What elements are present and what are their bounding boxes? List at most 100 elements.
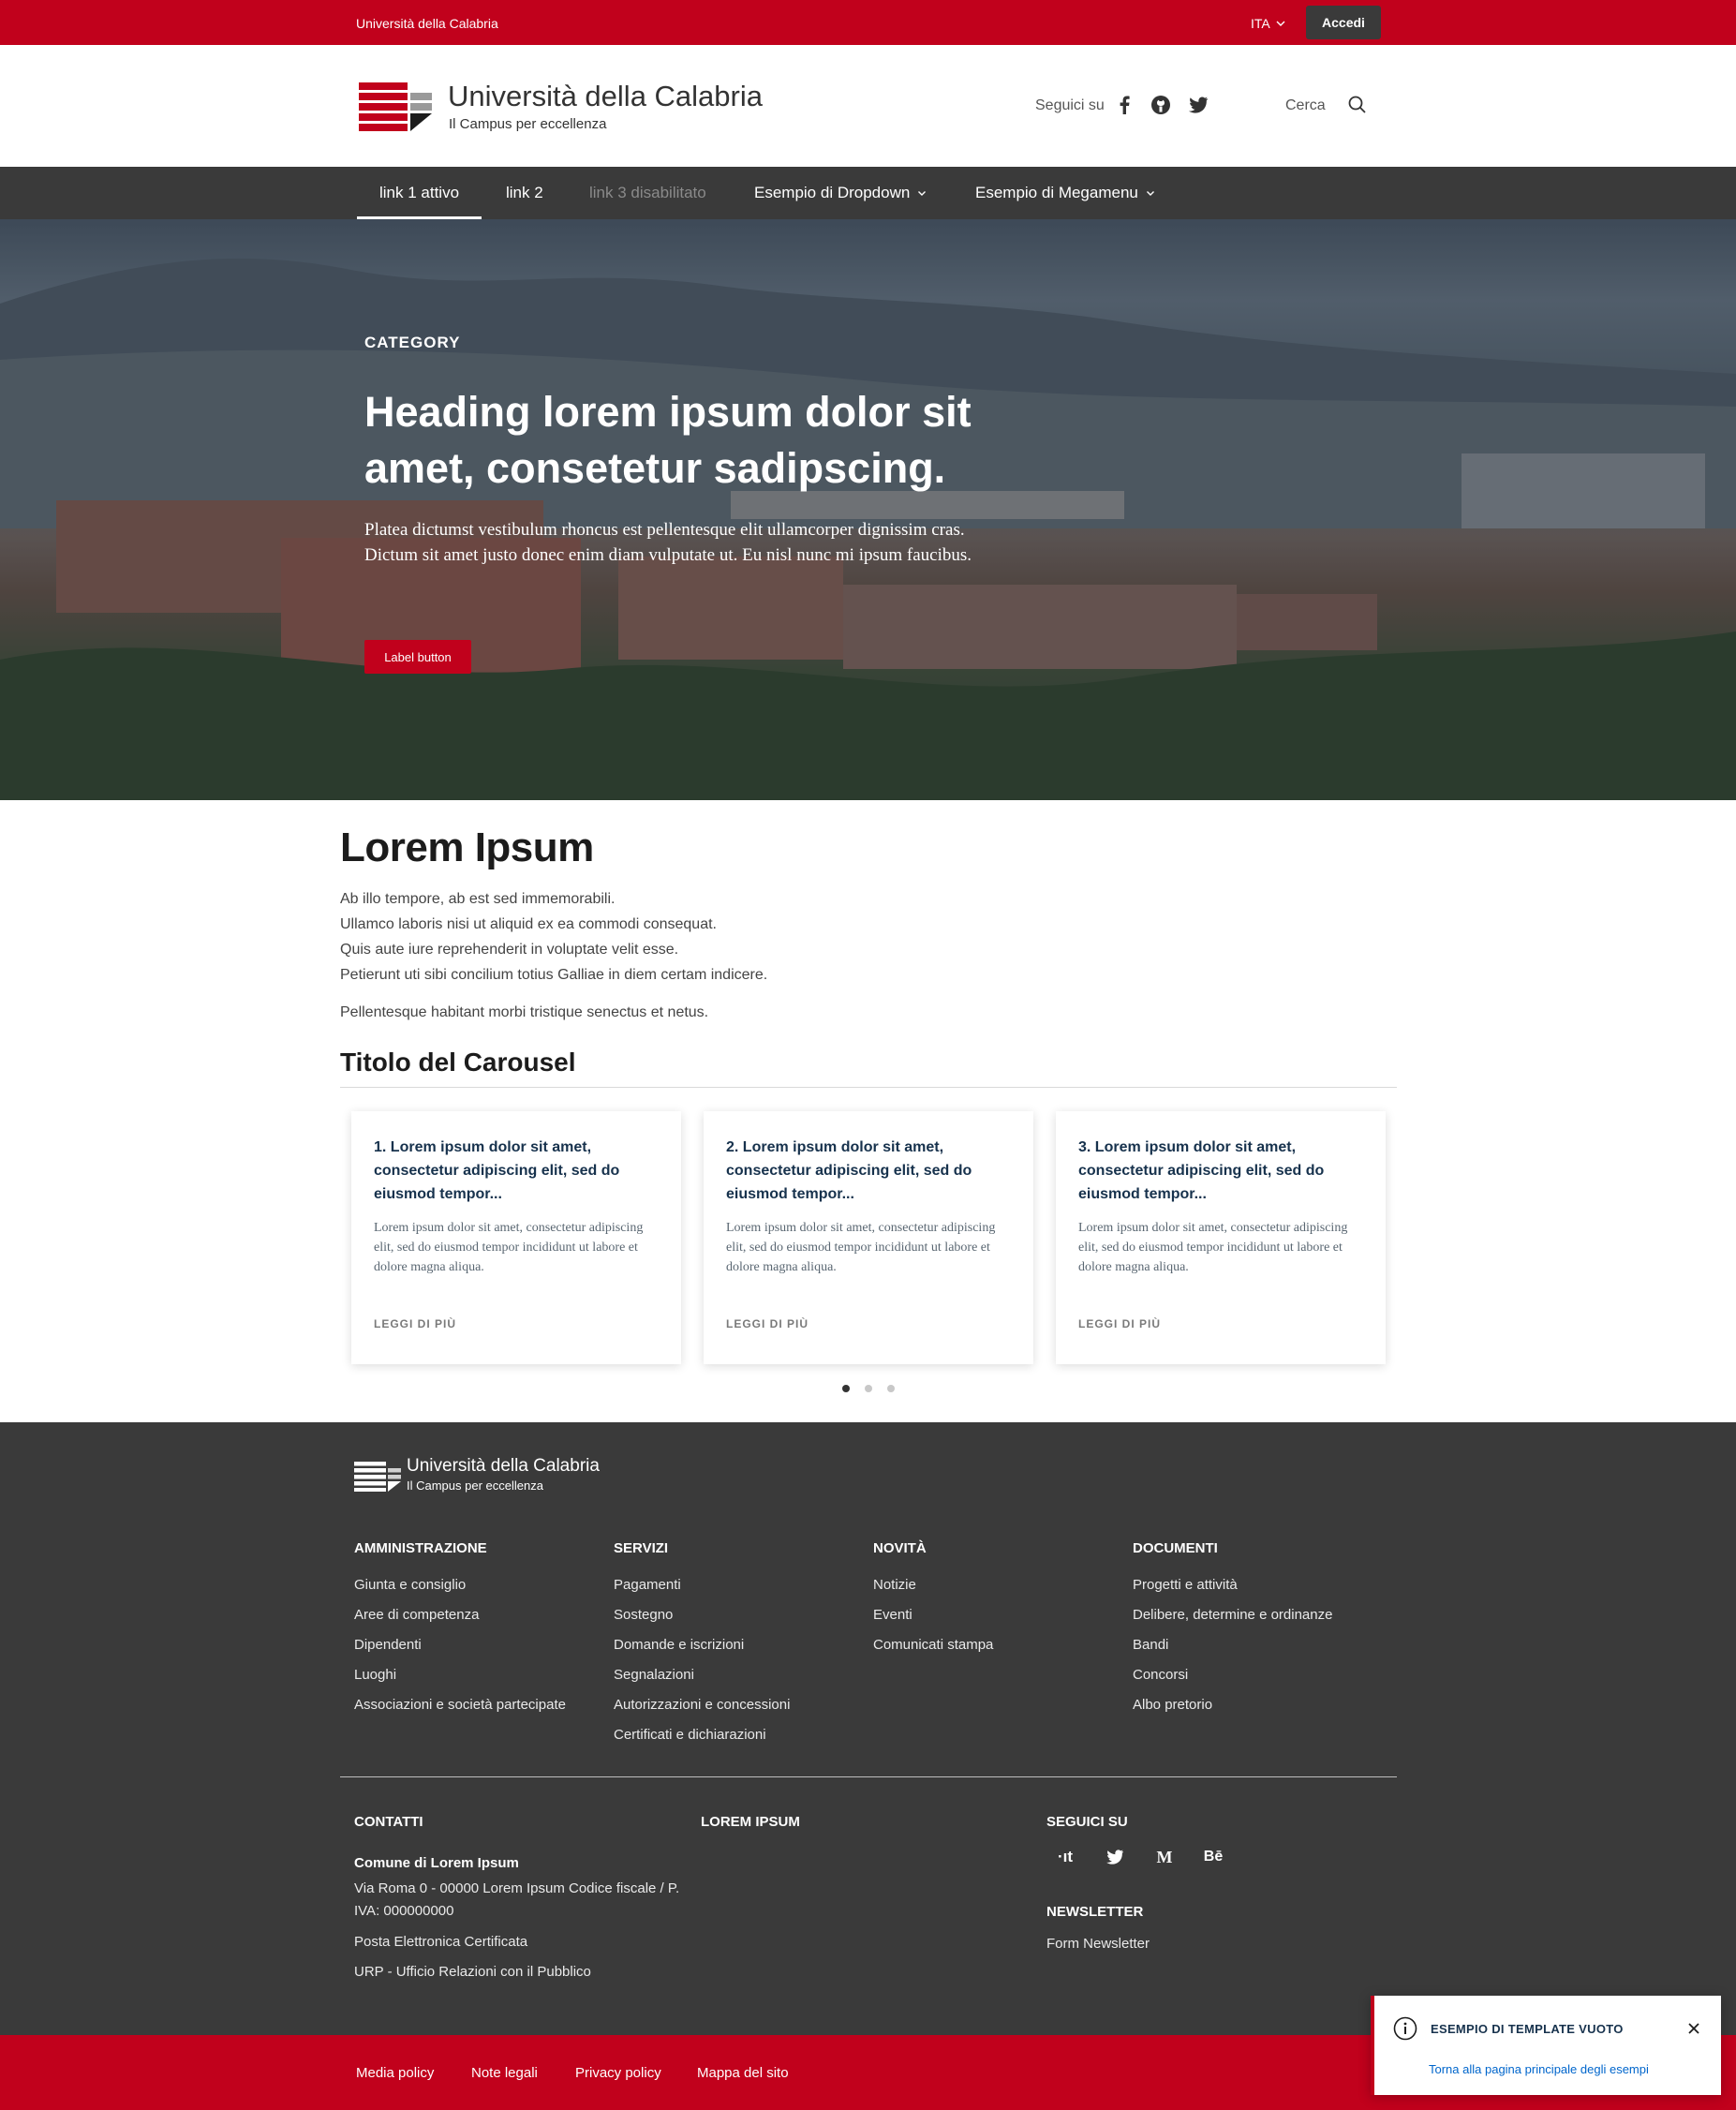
footer-link[interactable]: Sostegno	[614, 1607, 790, 1637]
twitter-icon[interactable]	[1103, 1846, 1127, 1868]
language-label: ITA	[1251, 16, 1270, 31]
intro-line: Quis aute iure reprehenderit in voluptat…	[340, 942, 679, 958]
footer-link[interactable]: Comunicati stampa	[873, 1637, 993, 1667]
nav-item-link-3-disabled: link 3 disabilitato	[589, 167, 706, 219]
carousel-card[interactable]: 1. Lorem ipsum dolor sit amet, consectet…	[351, 1111, 681, 1364]
intro-line: Ab illo tempore, ab est sed immemorabili…	[340, 891, 616, 907]
contacts-org: Comune di Lorem Ipsum	[354, 1855, 519, 1871]
hero-text: Platea dictumst vestibulum rhoncus est p…	[364, 520, 972, 565]
footer-link[interactable]: Notizie	[873, 1577, 993, 1607]
footer-link[interactable]: Autorizzazioni e concessioni	[614, 1697, 790, 1727]
carousel-dot-2[interactable]	[865, 1385, 872, 1392]
pec-link[interactable]: Posta Elettronica Certificata	[354, 1934, 527, 1950]
footer-link[interactable]: Delibere, determine e ordinanze	[1133, 1607, 1332, 1637]
read-more-link[interactable]: LEGGI DI PIÙ	[374, 1317, 456, 1330]
top-bar: Università della Calabria ITA Accedi	[0, 0, 1736, 45]
carousel-dot-1[interactable]	[842, 1385, 850, 1392]
chevron-down-icon	[918, 191, 927, 196]
newsletter-heading: NEWSLETTER	[1046, 1904, 1144, 1920]
follow-label: Seguici su	[1035, 97, 1105, 113]
university-logo-icon	[354, 1462, 401, 1492]
card-title[interactable]: 1. Lorem ipsum dolor sit amet, consectet…	[374, 1136, 659, 1206]
twitter-icon[interactable]	[1187, 94, 1209, 116]
university-link[interactable]: Università della Calabria	[356, 16, 498, 31]
language-selector[interactable]: ITA	[1251, 16, 1285, 31]
carousel-dot-3[interactable]	[887, 1385, 895, 1392]
hero-banner: CATEGORY Heading lorem ipsum dolor sit a…	[0, 219, 1736, 800]
card-title[interactable]: 2. Lorem ipsum dolor sit amet, consectet…	[726, 1136, 1011, 1206]
footer-link[interactable]: Segnalazioni	[614, 1667, 790, 1697]
carousel-card[interactable]: 2. Lorem ipsum dolor sit amet, consectet…	[704, 1111, 1033, 1364]
hero-button[interactable]: Label button	[364, 640, 471, 674]
footer-link[interactable]: Giunta e consiglio	[354, 1577, 566, 1607]
footer-column-heading: SERVIZI	[614, 1540, 669, 1556]
footer-link[interactable]: Associazioni e società partecipate	[354, 1697, 566, 1727]
footer-link[interactable]: Concorsi	[1133, 1667, 1332, 1697]
contacts-address: Via Roma 0 - 00000 Lorem Ipsum Codice fi…	[354, 1880, 680, 1919]
card-text: Lorem ipsum dolor sit amet, consectetur …	[726, 1221, 996, 1274]
university-logo-icon	[359, 82, 432, 131]
footer-link[interactable]: Certificati e dichiarazioni	[614, 1727, 790, 1757]
medium-icon[interactable]: M	[1152, 1846, 1177, 1868]
footer-link[interactable]: Progetti e attività	[1133, 1577, 1332, 1607]
newsletter-link[interactable]: Form Newsletter	[1046, 1936, 1150, 1952]
read-more-link[interactable]: LEGGI DI PIÙ	[1078, 1317, 1161, 1330]
nav-item-dropdown[interactable]: Esempio di Dropdown	[754, 167, 927, 219]
media-policy-link[interactable]: Media policy	[356, 2065, 434, 2081]
card-title[interactable]: 3. Lorem ipsum dolor sit amet, consectet…	[1078, 1136, 1363, 1206]
footer-link[interactable]: Bandi	[1133, 1637, 1332, 1667]
nav-item-link-1[interactable]: link 1 attivo	[356, 167, 482, 219]
nav-item-label: link 3 disabilitato	[589, 184, 706, 201]
privacy-policy-link[interactable]: Privacy policy	[575, 2065, 661, 2081]
brand-subtitle: Il Campus per eccellenza	[449, 116, 607, 132]
intro-paragraph: Pellentesque habitant morbi tristique se…	[340, 1004, 709, 1020]
footer-link[interactable]: Aree di competenza	[354, 1607, 566, 1637]
legal-notes-link[interactable]: Note legali	[471, 2065, 538, 2081]
intro-line: Ullamco laboris nisi ut aliquid ex ea co…	[340, 916, 717, 932]
hero-overlay	[0, 219, 1736, 800]
intro-text: Ab illo tempore, ab est sed immemorabili…	[340, 886, 767, 988]
hero-category: CATEGORY	[364, 334, 461, 351]
nav-item-link-2[interactable]: link 2	[506, 167, 543, 219]
chevron-down-icon	[1146, 191, 1154, 196]
footer-column-servizi: SERVIZI Pagamenti Sostegno Domande e isc…	[614, 1540, 790, 1757]
close-icon[interactable]	[1685, 2020, 1702, 2037]
notification-title: ESEMPIO DI TEMPLATE VUOTO	[1431, 2022, 1624, 2036]
behance-icon[interactable]: Bē	[1201, 1846, 1225, 1868]
brand-title[interactable]: Università della Calabria	[448, 80, 763, 113]
urp-link[interactable]: URP - Ufficio Relazioni con il Pubblico	[354, 1964, 591, 1980]
footer-link[interactable]: Eventi	[873, 1607, 993, 1637]
search-label[interactable]: Cerca	[1285, 97, 1326, 114]
template-notification: ESEMPIO DI TEMPLATE VUOTO Torna alla pag…	[1371, 1996, 1721, 2095]
footer-link[interactable]: Pagamenti	[614, 1577, 790, 1607]
carousel-card[interactable]: 3. Lorem ipsum dolor sit amet, consectet…	[1056, 1111, 1386, 1364]
footer-column-documenti: DOCUMENTI Progetti e attività Delibere, …	[1133, 1540, 1332, 1727]
footer-link[interactable]: Domande e iscrizioni	[614, 1637, 790, 1667]
footer-link[interactable]: Dipendenti	[354, 1637, 566, 1667]
login-button[interactable]: Accedi	[1306, 6, 1381, 39]
follow-heading: SEGUICI SU	[1046, 1814, 1128, 1830]
footer-link[interactable]: Albo pretorio	[1133, 1697, 1332, 1727]
read-more-link[interactable]: LEGGI DI PIÙ	[726, 1317, 809, 1330]
designers-italia-icon[interactable]: ·ıt	[1053, 1846, 1077, 1868]
main-navigation: link 1 attivo link 2 link 3 disabilitato…	[0, 167, 1736, 219]
divider	[340, 1087, 1397, 1088]
back-to-examples-link[interactable]: Torna alla pagina principale degli esemp…	[1429, 2062, 1649, 2076]
info-icon	[1393, 2016, 1417, 2041]
github-icon[interactable]	[1150, 94, 1172, 116]
hero-title: Heading lorem ipsum dolor sit amet, cons…	[364, 388, 972, 492]
footer-link[interactable]: Luoghi	[354, 1667, 566, 1697]
lorem-ipsum-heading: LOREM IPSUM	[701, 1814, 800, 1830]
footer-column-amministrazione: AMMINISTRAZIONE Giunta e consiglio Aree …	[354, 1540, 566, 1727]
nav-item-label: Esempio di Megamenu	[975, 184, 1138, 201]
footer-brand-title: Università della Calabria	[407, 1456, 600, 1476]
search-icon[interactable]	[1346, 94, 1369, 116]
facebook-icon[interactable]	[1113, 94, 1135, 116]
footer-column-novita: NOVITÀ Notizie Eventi Comunicati stampa	[873, 1540, 993, 1667]
site-footer: Università della Calabria Il Campus per …	[0, 1422, 1736, 2035]
carousel-title: Titolo del Carousel	[340, 1048, 576, 1077]
sitemap-link[interactable]: Mappa del sito	[697, 2065, 789, 2081]
footer-divider	[340, 1776, 1397, 1777]
nav-item-megamenu[interactable]: Esempio di Megamenu	[975, 167, 1155, 219]
contacts-heading: CONTATTI	[354, 1814, 423, 1830]
